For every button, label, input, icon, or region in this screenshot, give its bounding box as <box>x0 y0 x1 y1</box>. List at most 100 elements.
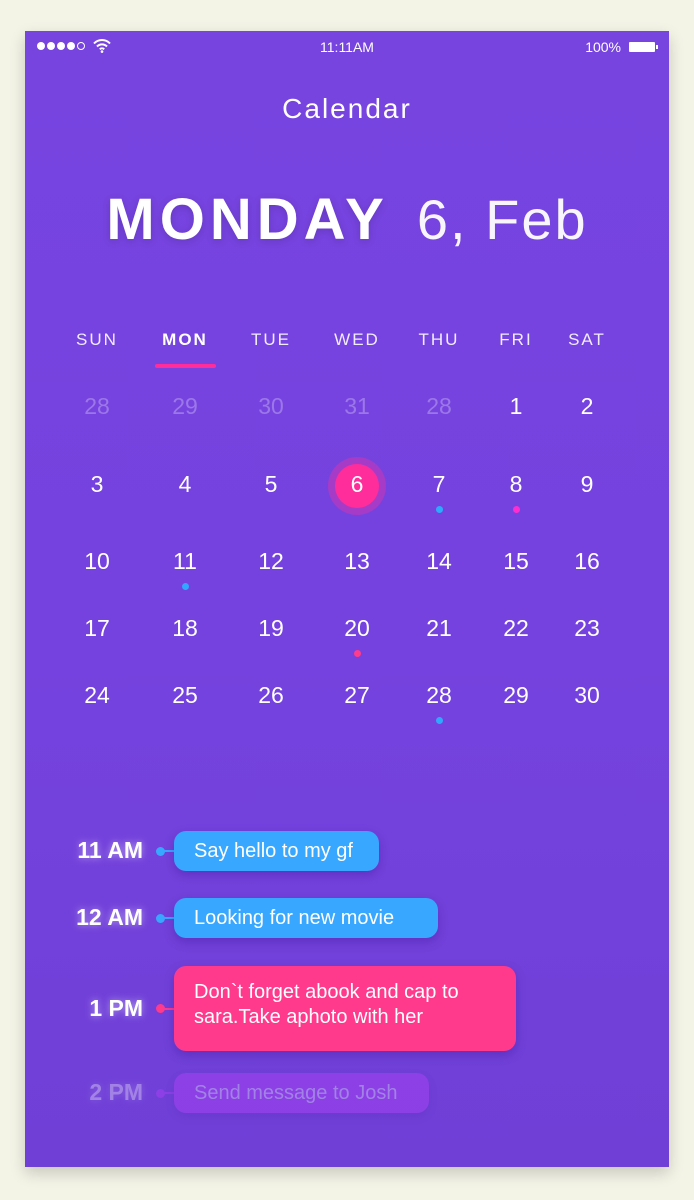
agenda-item[interactable]: 2 PM Send message to Josh <box>25 1073 669 1113</box>
day-number: 27 <box>344 682 370 708</box>
day-number: 26 <box>258 682 284 708</box>
calendar-day[interactable]: 16 <box>557 548 617 578</box>
timeline-node-icon <box>156 1088 165 1098</box>
agenda-event-bubble[interactable]: Don`t forget abook and cap to sara.Take … <box>174 966 516 1051</box>
calendar-day[interactable]: 24 <box>67 682 127 712</box>
calendar-day[interactable]: 8 <box>486 471 546 513</box>
day-number: 25 <box>172 682 198 708</box>
day-number: 6 <box>350 471 364 497</box>
day-number: 28 <box>426 682 452 708</box>
calendar-day[interactable]: 17 <box>67 615 127 645</box>
day-number: 29 <box>503 682 529 708</box>
weekday-sun[interactable]: SUN <box>57 330 137 350</box>
day-number: 19 <box>258 615 284 641</box>
day-number: 17 <box>84 615 110 641</box>
calendar-day-today[interactable]: 6 <box>327 457 387 515</box>
agenda-item[interactable]: 1 PM Don`t forget abook and cap to sara.T… <box>25 966 669 1051</box>
calendar-day[interactable]: 26 <box>241 682 301 712</box>
agenda-item[interactable]: 12 AM Looking for new movie <box>25 898 669 938</box>
calendar-day[interactable]: 5 <box>241 471 301 501</box>
calendar-day[interactable]: 11 <box>155 548 215 590</box>
active-weekday-indicator <box>155 364 216 368</box>
calendar-day[interactable]: 14 <box>409 548 469 578</box>
event-indicator-dot <box>435 717 443 724</box>
day-number: 28 <box>426 393 452 419</box>
calendar-day[interactable]: 18 <box>155 615 215 645</box>
status-bar: 11:11AM 100% <box>25 31 669 63</box>
day-number: 15 <box>503 548 529 574</box>
weekday-fri[interactable]: FRI <box>476 330 556 350</box>
agenda-time: 11 AM <box>77 837 143 863</box>
calendar-day[interactable]: 1 <box>486 393 546 423</box>
event-indicator-dot <box>435 506 443 513</box>
day-number: 2 <box>580 393 594 419</box>
day-number: 30 <box>574 682 600 708</box>
calendar-day[interactable]: 31 <box>327 393 387 423</box>
app-title: Calendar <box>282 93 412 124</box>
calendar-day[interactable]: 30 <box>241 393 301 423</box>
calendar-day[interactable]: 28 <box>409 682 469 724</box>
calendar-day[interactable]: 25 <box>155 682 215 712</box>
day-number: 5 <box>264 471 278 497</box>
day-number: 21 <box>426 615 452 641</box>
selected-day-name: MONDAY <box>106 187 389 252</box>
day-number: 1 <box>509 393 523 419</box>
calendar-day[interactable]: 13 <box>327 548 387 578</box>
agenda-event-bubble[interactable]: Looking for new movie <box>174 898 438 938</box>
agenda-item[interactable]: 11 AM Say hello to my gf <box>25 831 669 871</box>
weekday-wed[interactable]: WED <box>317 330 397 350</box>
selected-date-heading: MONDAY 6, Feb <box>25 186 669 253</box>
day-number: 23 <box>574 615 600 641</box>
calendar-day[interactable]: 20 <box>327 615 387 657</box>
calendar-day[interactable]: 9 <box>557 471 617 501</box>
calendar-day[interactable]: 23 <box>557 615 617 645</box>
timeline-node-icon <box>156 846 165 856</box>
day-number: 11 <box>173 548 197 574</box>
day-number: 20 <box>344 615 370 641</box>
battery-full-icon <box>629 42 658 52</box>
agenda-event-bubble[interactable]: Send message to Josh <box>174 1073 429 1113</box>
day-number: 3 <box>90 471 104 497</box>
calendar-day[interactable]: 28 <box>67 393 127 423</box>
calendar-day[interactable]: 3 <box>67 471 127 501</box>
phone-screen: 11:11AM 100% Calendar MONDAY 6, Feb SUN MO… <box>25 31 669 1167</box>
calendar-day[interactable]: 29 <box>486 682 546 712</box>
calendar-day[interactable]: 21 <box>409 615 469 645</box>
selected-date: 6, Feb <box>416 188 588 251</box>
weekday-header: SUN MON TUE WED THU FRI SAT <box>25 330 669 370</box>
calendar-day[interactable]: 7 <box>409 471 469 513</box>
event-indicator-dot <box>181 583 189 590</box>
timeline-node-icon <box>156 1004 165 1013</box>
calendar-day[interactable]: 15 <box>486 548 546 578</box>
agenda-time: 1 PM <box>89 994 143 1021</box>
event-indicator-dot <box>512 506 520 513</box>
calendar-day[interactable]: 2 <box>557 393 617 423</box>
calendar-day[interactable]: 28 <box>409 393 469 423</box>
day-number: 8 <box>509 471 523 497</box>
day-number: 28 <box>84 393 110 419</box>
calendar-day[interactable]: 12 <box>241 548 301 578</box>
weekday-sat[interactable]: SAT <box>547 330 627 350</box>
weekday-thu[interactable]: THU <box>399 330 479 350</box>
battery-percent: 100% <box>585 39 621 55</box>
agenda-time: 2 PM <box>89 1079 143 1105</box>
status-time: 11:11AM <box>320 39 374 55</box>
day-number: 22 <box>503 615 529 641</box>
calendar-day[interactable]: 30 <box>557 682 617 712</box>
timeline-node-icon <box>156 913 165 923</box>
agenda-event-bubble[interactable]: Say hello to my gf <box>174 831 379 871</box>
calendar-day[interactable]: 4 <box>155 471 215 501</box>
calendar-day[interactable]: 29 <box>155 393 215 423</box>
day-number: 18 <box>172 615 198 641</box>
weekday-mon[interactable]: MON <box>145 330 225 350</box>
calendar-day[interactable]: 22 <box>486 615 546 645</box>
calendar-day[interactable]: 19 <box>241 615 301 645</box>
day-number: 12 <box>258 548 284 574</box>
day-number: 31 <box>344 393 370 419</box>
calendar-day[interactable]: 27 <box>327 682 387 712</box>
day-number: 30 <box>258 393 284 419</box>
day-number: 10 <box>84 548 110 574</box>
day-number: 4 <box>178 471 192 497</box>
weekday-tue[interactable]: TUE <box>231 330 311 350</box>
calendar-day[interactable]: 10 <box>67 548 127 578</box>
